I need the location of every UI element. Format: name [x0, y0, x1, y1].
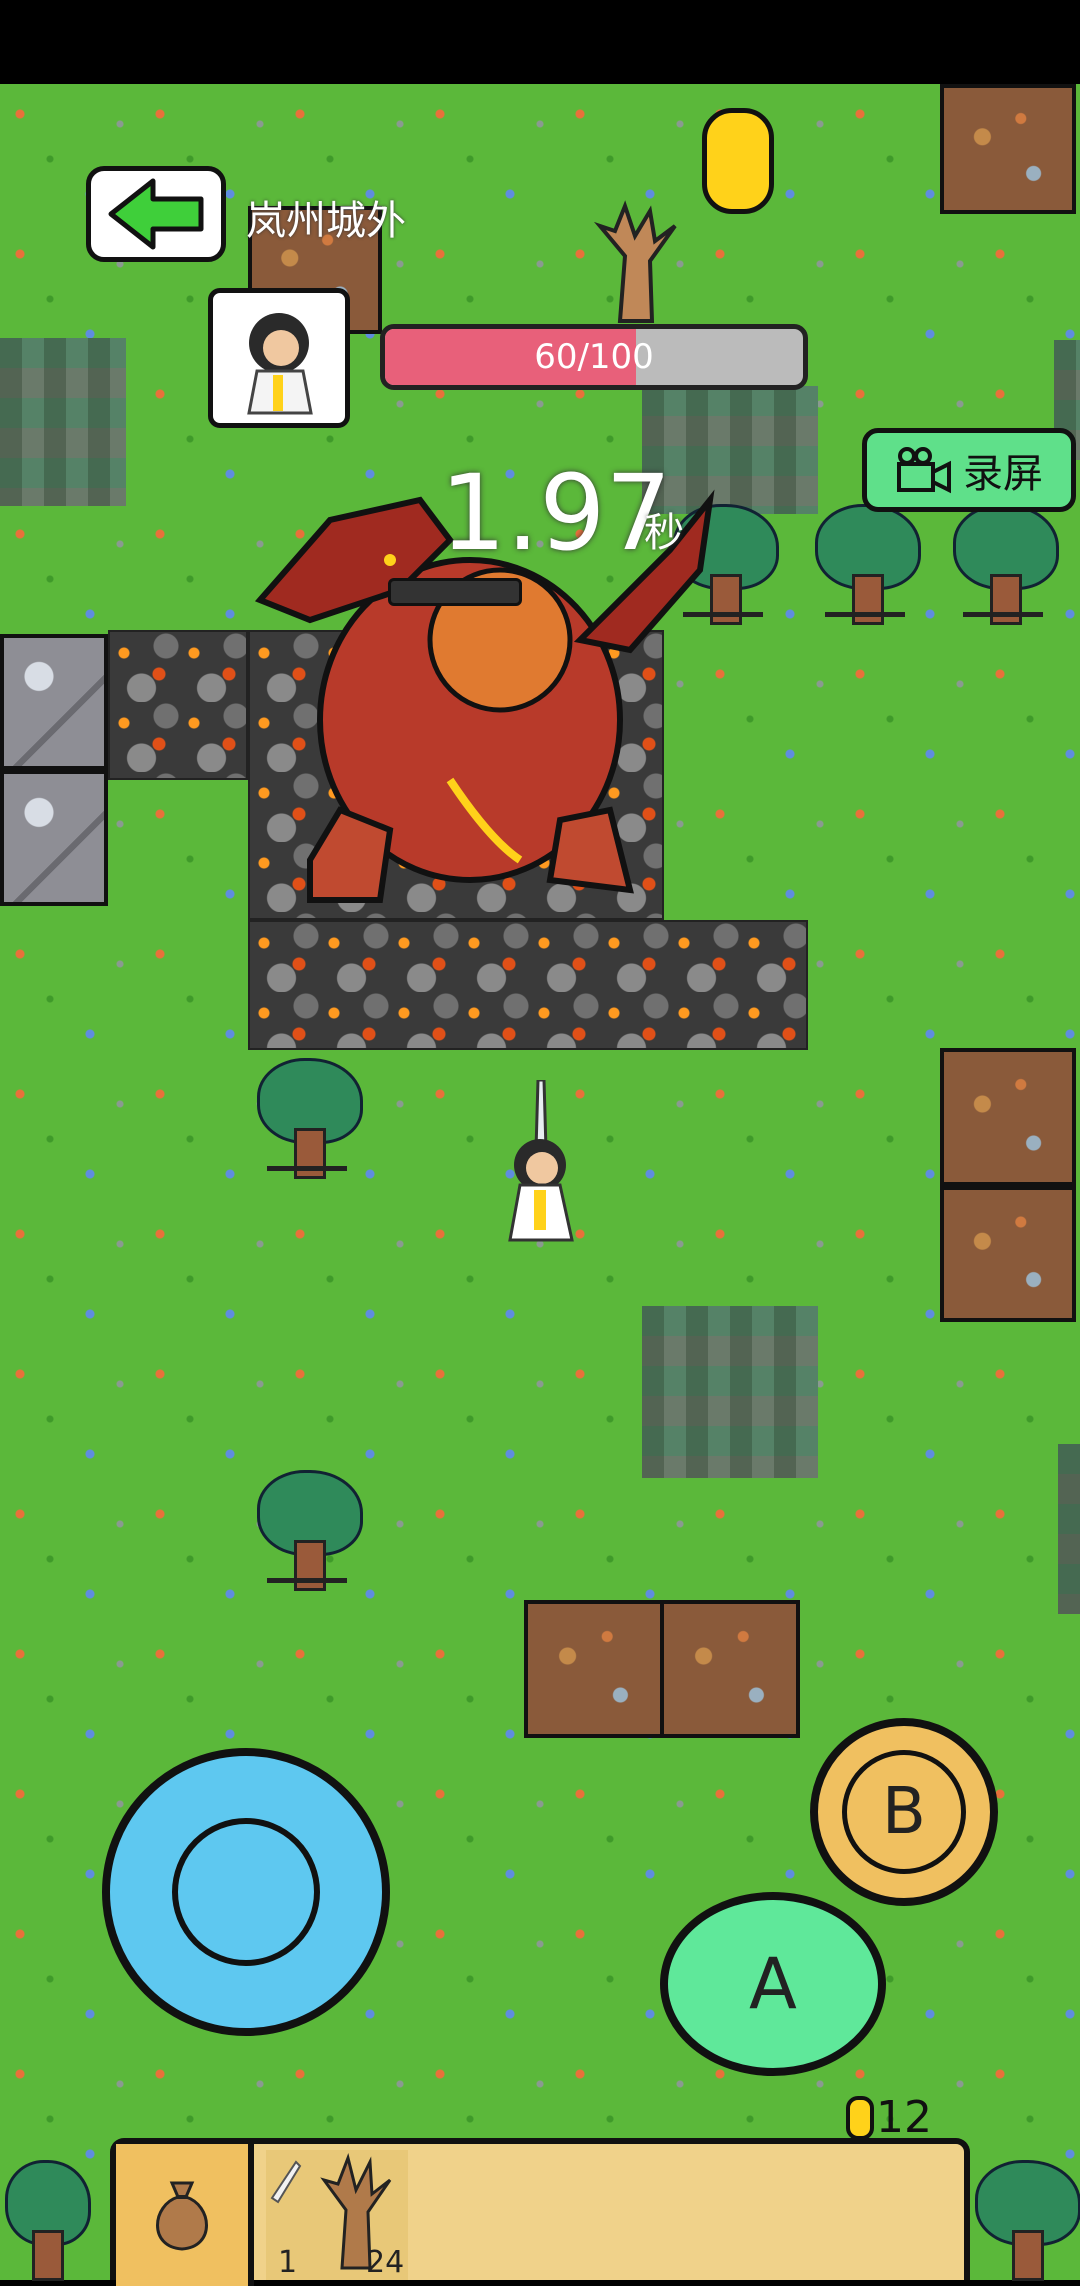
hero-portrait[interactable]: [208, 288, 350, 428]
status-bar: [0, 0, 1080, 84]
tree-sprite: [970, 2160, 1080, 2285]
tree-sprite: [252, 1058, 363, 1183]
coin-count: 12: [876, 2092, 932, 2143]
bag-button[interactable]: [116, 2144, 254, 2286]
money-bag-icon: [156, 2181, 208, 2251]
dirt-tile: [660, 1600, 800, 1738]
lava-rock-tile: [248, 920, 808, 1050]
inventory-bar: 1 24: [110, 2138, 970, 2286]
player-hp-bar: 60/100: [380, 324, 808, 390]
coin-counter: 12: [846, 2092, 932, 2143]
virtual-joystick[interactable]: [102, 1748, 390, 2036]
a-button[interactable]: A: [660, 1892, 886, 2076]
countdown-unit: 秒: [644, 510, 684, 556]
player-character-sprite[interactable]: [490, 1078, 590, 1250]
b-button-label: B: [842, 1750, 966, 1874]
record-label: 录屏: [963, 451, 1043, 497]
countdown-timer: 1.97: [440, 452, 672, 574]
slot-count: 24: [366, 2245, 405, 2280]
tree-sprite: [252, 1470, 363, 1595]
boss-hp-bar: [388, 578, 522, 606]
dirt-tile: [940, 1186, 1076, 1322]
lava-rock-tile: [108, 630, 248, 780]
stone-tile: [0, 634, 108, 770]
dirt-tile: [940, 84, 1076, 214]
area-name: 岚州城外: [246, 198, 406, 244]
back-button[interactable]: [86, 166, 226, 262]
arrow-left-icon: [108, 178, 204, 250]
tree-sprite: [0, 2160, 91, 2285]
hp-text: 60/100: [534, 337, 654, 377]
slot-count: 1: [278, 2245, 298, 2280]
hero-portrait-icon: [247, 313, 313, 415]
inventory-slot[interactable]: 1 24: [266, 2150, 408, 2280]
coin-icon: [846, 2095, 874, 2140]
mossy-stone-tile: [0, 338, 126, 506]
mossy-stone-tile: [1058, 1444, 1080, 1614]
dead-tree-sprite[interactable]: [580, 196, 690, 326]
dirt-tile: [524, 1600, 664, 1738]
tree-sprite: [948, 504, 1059, 629]
coin-icon: [702, 108, 774, 214]
mossy-stone-tile: [642, 1306, 818, 1478]
sword-icon: [270, 2160, 302, 2204]
stone-tile: [0, 770, 108, 906]
joystick-knob[interactable]: [172, 1818, 320, 1966]
tree-sprite: [810, 504, 921, 629]
b-button[interactable]: B: [810, 1718, 998, 1906]
dirt-tile: [940, 1048, 1076, 1186]
video-camera-icon: [897, 447, 951, 494]
record-screen-button[interactable]: 录屏: [862, 428, 1076, 512]
